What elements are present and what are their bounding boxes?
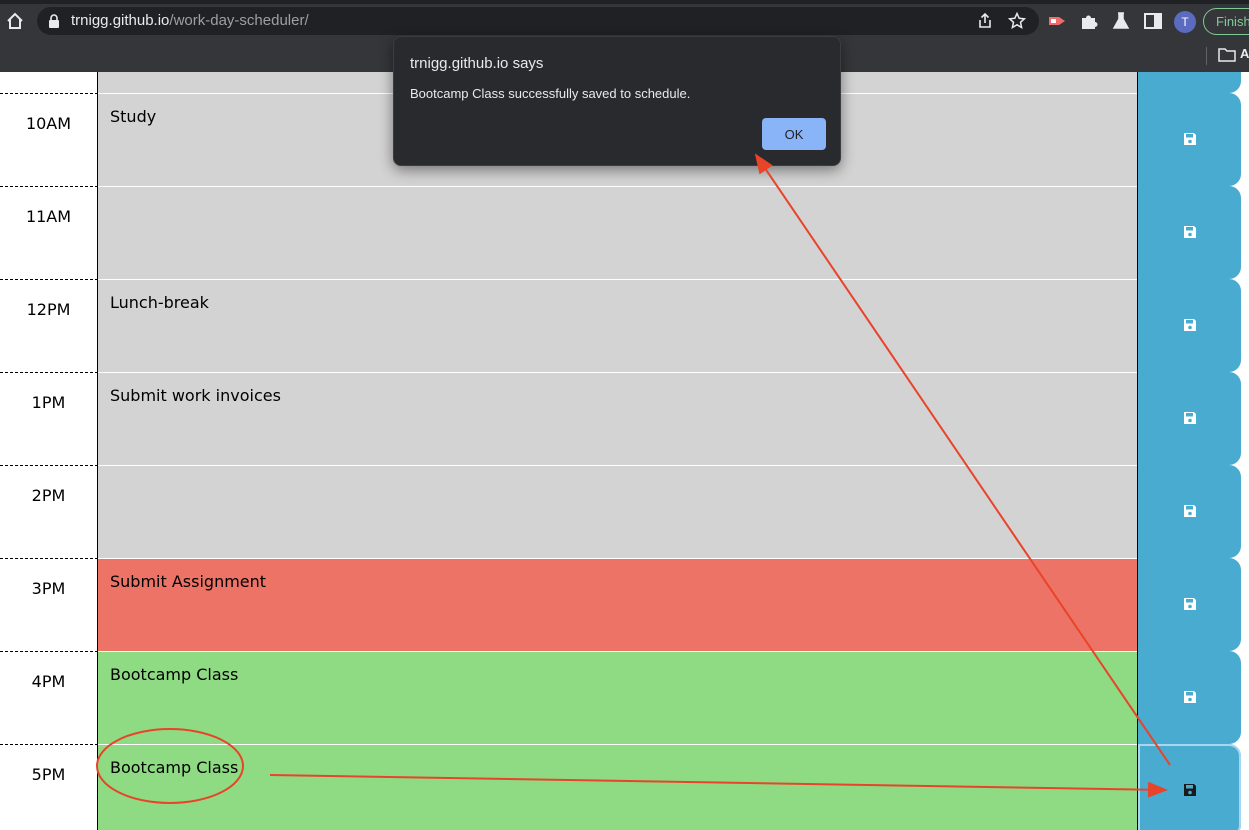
hour-label — [0, 72, 98, 93]
bookmark-star-icon[interactable] — [1008, 12, 1026, 30]
url-host: trnigg.github.io — [71, 12, 170, 29]
hour-label: 4PM — [0, 651, 98, 744]
time-block-row: 4PM Bootcamp Class — [0, 651, 1249, 744]
hour-label: 11AM — [0, 186, 98, 279]
save-button[interactable] — [1137, 651, 1241, 744]
floppy-disk-icon — [1184, 226, 1196, 238]
floppy-disk-icon — [1184, 412, 1196, 424]
time-block-row: 12PM Lunch-break — [0, 279, 1249, 372]
dialog-message: Bootcamp Class successfully saved to sch… — [410, 86, 691, 101]
time-block-list: 10AM Study 11AM 12PM Lunch-break 1PM Sub… — [0, 72, 1249, 830]
hour-label: 5PM — [0, 744, 98, 830]
save-button[interactable] — [1137, 279, 1241, 372]
alert-dialog: trnigg.github.io says Bootcamp Class suc… — [393, 36, 841, 166]
ok-button[interactable]: OK — [762, 118, 826, 150]
event-description[interactable]: Submit Assignment — [98, 558, 1137, 651]
floppy-disk-icon — [1184, 598, 1196, 610]
floppy-disk-icon — [1184, 691, 1196, 703]
hour-label: 2PM — [0, 465, 98, 558]
share-icon[interactable] — [976, 12, 994, 30]
address-bar[interactable]: trnigg.github.io/work-day-scheduler/ — [37, 7, 1039, 35]
home-icon[interactable] — [5, 11, 25, 31]
url-path: /work-day-scheduler/ — [169, 12, 309, 29]
floppy-disk-icon — [1184, 505, 1196, 517]
side-panel-icon[interactable] — [1142, 10, 1164, 32]
dialog-title: trnigg.github.io says — [410, 55, 544, 72]
time-block-row: 1PM Submit work invoices — [0, 372, 1249, 465]
bookmarks-separator — [1206, 47, 1207, 65]
folder-icon[interactable] — [1218, 48, 1236, 62]
save-button[interactable] — [1137, 465, 1241, 558]
event-description[interactable]: Bootcamp Class — [98, 744, 1137, 830]
time-block-row: 2PM — [0, 465, 1249, 558]
event-description[interactable]: Bootcamp Class — [98, 651, 1137, 744]
event-description[interactable] — [98, 186, 1137, 279]
floppy-disk-icon — [1184, 319, 1196, 331]
event-description[interactable]: Submit work invoices — [98, 372, 1137, 465]
save-button[interactable] — [1137, 186, 1241, 279]
labs-flask-icon[interactable] — [1110, 10, 1132, 32]
url-text[interactable]: trnigg.github.io/work-day-scheduler/ — [71, 12, 309, 30]
floppy-disk-icon — [1184, 133, 1196, 145]
bookmark-folder-label[interactable]: A — [1240, 46, 1249, 61]
floppy-disk-icon — [1184, 784, 1196, 796]
time-block-row: 11AM — [0, 186, 1249, 279]
hour-label: 3PM — [0, 558, 98, 651]
profile-avatar[interactable]: T — [1174, 11, 1196, 33]
save-button[interactable] — [1137, 558, 1241, 651]
tab-strip — [0, 0, 1249, 4]
extensions-puzzle-icon[interactable] — [1078, 10, 1100, 32]
event-description[interactable]: Lunch-break — [98, 279, 1137, 372]
lock-icon[interactable] — [48, 14, 60, 28]
time-block-row: 5PM Bootcamp Class — [0, 744, 1249, 830]
save-button[interactable] — [1137, 744, 1241, 830]
hour-label: 12PM — [0, 279, 98, 372]
save-button[interactable] — [1137, 372, 1241, 465]
time-block-row: 3PM Submit Assignment — [0, 558, 1249, 651]
save-button[interactable] — [1137, 72, 1241, 93]
hour-label: 10AM — [0, 93, 98, 186]
extension-record-icon[interactable] — [1046, 10, 1068, 32]
event-description[interactable] — [98, 465, 1137, 558]
finish-update-button[interactable]: Finish — [1203, 8, 1249, 35]
hour-label: 1PM — [0, 372, 98, 465]
save-button[interactable] — [1137, 93, 1241, 186]
